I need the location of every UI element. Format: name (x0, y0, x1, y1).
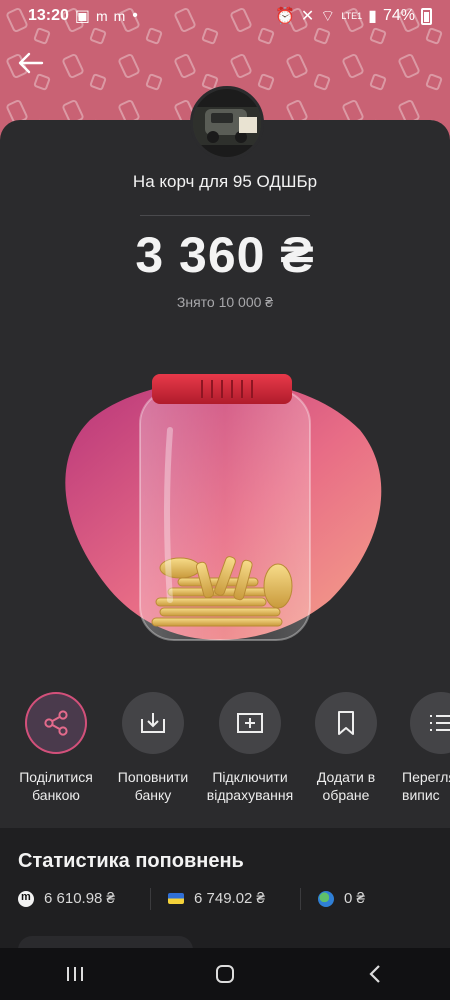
stat-value: 6 610.98 ₴ (44, 890, 115, 907)
title-divider (140, 215, 310, 216)
avatar-image (193, 89, 261, 157)
signal-icon: ▮ (368, 8, 377, 25)
chevron-left-icon (369, 965, 380, 983)
stat-item: m 6 610.98 ₴ (18, 890, 115, 907)
withdrawn-amount: Знято 10 000 ₴ (176, 294, 274, 310)
recents-icon (67, 967, 83, 981)
list-icon (430, 715, 450, 731)
home-button[interactable] (205, 954, 245, 994)
recent-apps-button[interactable] (55, 954, 95, 994)
stat-divider (150, 888, 151, 910)
view-statement-button[interactable]: Перегля випис (392, 692, 450, 804)
download-icon (141, 713, 165, 733)
bookmark-icon (338, 711, 354, 735)
add-icon (237, 713, 263, 733)
actions-row: Поділитися банкою Поповнити банку Підклю… (0, 692, 450, 812)
globe-icon (318, 890, 334, 907)
avatar (190, 86, 264, 160)
share-icon (44, 710, 68, 736)
battery-percent: 74% (382, 7, 415, 24)
top-up-jar-button[interactable]: Поповнити банку (103, 692, 203, 804)
battery-icon (421, 7, 432, 25)
stat-item: 6 749.02 ₴ (168, 890, 265, 907)
jar-balance: 3 360 ₴ (135, 227, 315, 283)
arrow-left-icon (18, 52, 44, 74)
monobank-icon: m (18, 890, 34, 907)
jar-title: На корч для 95 ОДШБр (132, 172, 318, 191)
back-button[interactable] (14, 48, 48, 78)
action-label: Поповнити банку (117, 769, 189, 803)
connect-deduction-button[interactable]: Підключити відрахування (200, 692, 300, 804)
mute-icon: ✕ (300, 8, 315, 25)
gallery-icon: ▣ (74, 8, 91, 25)
action-label: Додати в обране (316, 769, 376, 803)
back-nav-button[interactable] (355, 954, 395, 994)
status-time: 13:20 (28, 7, 69, 24)
alarm-icon: ⏰ (274, 8, 295, 25)
stats-section: Статистика поповнень m 6 610.98 ₴ 6 749.… (0, 828, 450, 966)
dot-icon: • (132, 7, 138, 24)
stats-title: Статистика поповнень (18, 850, 244, 872)
stat-divider (300, 888, 301, 910)
action-label: Поділитися банкою (19, 769, 93, 803)
action-label: Перегля випис (402, 769, 450, 803)
add-to-favorites-button[interactable]: Додати в обране (296, 692, 396, 804)
action-label: Підключити відрахування (206, 769, 294, 803)
stat-value: 0 ₴ (344, 890, 365, 907)
wifi-icon: ⌔ (320, 8, 336, 25)
jar-illustration (65, 374, 382, 641)
network-label: LTE1 (341, 10, 363, 21)
stat-item: 0 ₴ (318, 890, 365, 907)
home-icon (216, 965, 234, 983)
system-navigation-bar (0, 948, 450, 1000)
stat-value: 6 749.02 ₴ (194, 890, 265, 907)
share-jar-button[interactable]: Поділитися банкою (6, 692, 106, 804)
status-app-icons: m m (96, 8, 127, 24)
status-bar: 13:20 ▣ m m • ⏰ ✕ ⌔ LTE1 ▮ 74% (0, 0, 450, 32)
ukraine-flag-icon (168, 893, 184, 904)
